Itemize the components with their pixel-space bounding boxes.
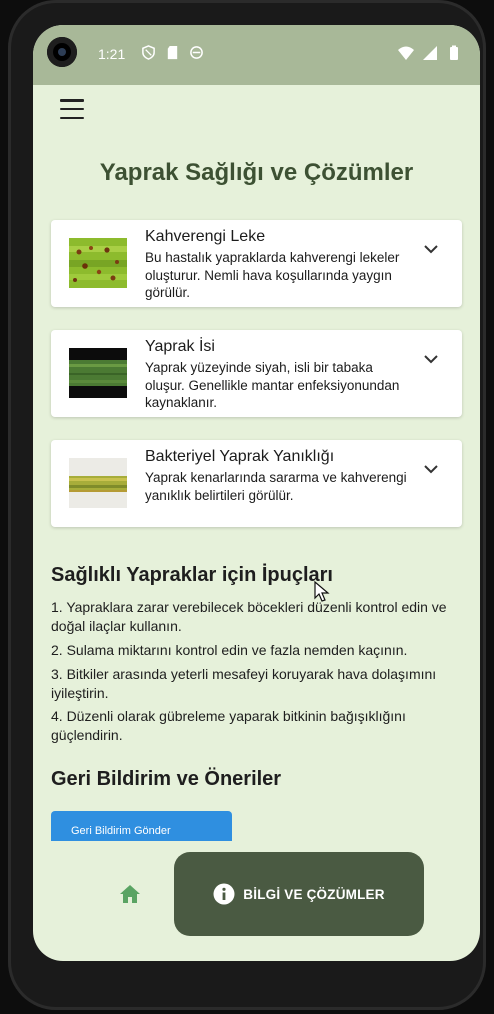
feedback-button[interactable]: Geri Bildirim Gönder — [51, 811, 232, 841]
disease-image-sooty-mold — [69, 348, 127, 398]
disease-title: Bakteriyel Yaprak Yanıklığı — [145, 448, 335, 465]
page-title: Yaprak Sağlığı ve Çözümler — [99, 159, 414, 186]
wifi-icon — [398, 46, 414, 60]
disease-description: Yaprak yüzeyinde siyah, isli bir tabaka … — [145, 360, 400, 410]
app-notification-icon — [190, 46, 203, 59]
hamburger-menu-icon[interactable] — [60, 99, 84, 119]
notification-icons — [141, 45, 204, 60]
signal-icon — [423, 46, 437, 60]
disease-image-brown-spot — [69, 238, 127, 288]
app-screen: 1:21 Yaprak Sağlığı ve Çözümler Kahveren… — [33, 25, 480, 961]
tips-section-title: Sağlıklı Yapraklar için İpuçları — [51, 564, 333, 586]
front-camera — [47, 37, 77, 67]
disease-card-sooty-mold[interactable]: Yaprak İsi Yaprak yüzeyinde siyah, isli … — [51, 330, 462, 417]
sd-card-icon — [167, 45, 178, 60]
status-bar: 1:21 — [33, 25, 480, 85]
disease-title: Kahverengi Leke — [145, 228, 266, 245]
bottom-nav-info-label: BİLGİ VE ÇÖZÜMLER — [243, 886, 385, 902]
home-icon[interactable] — [119, 884, 141, 904]
disease-image-bacterial-blight — [69, 458, 127, 508]
tip-item: 2. Sulama miktarını kontrol edin ve fazl… — [51, 642, 408, 658]
shield-icon — [142, 45, 155, 60]
disease-card-brown-spot[interactable]: Kahverengi Leke Bu hastalık yapraklarda … — [51, 220, 462, 307]
disease-description: Yaprak kenarlarında sararma ve kahvereng… — [145, 470, 407, 503]
chevron-down-icon[interactable] — [422, 242, 440, 256]
mouse-cursor-icon — [314, 581, 330, 602]
battery-icon — [450, 45, 458, 60]
feedback-section-title: Geri Bildirim ve Öneriler — [51, 768, 282, 790]
menu-line — [60, 107, 84, 111]
disease-description: Bu hastalık yapraklarda kahverengi lekel… — [145, 250, 400, 300]
chevron-down-icon[interactable] — [422, 352, 440, 366]
disease-title: Yaprak İsi — [145, 338, 215, 355]
bottom-nav-info-button[interactable]: BİLGİ VE ÇÖZÜMLER — [174, 852, 424, 936]
system-icons — [398, 45, 462, 61]
status-time: 1:21 — [98, 46, 126, 62]
info-icon — [213, 883, 235, 905]
tip-item: 1. Yapraklara zarar verebilecek böcekler… — [51, 599, 447, 634]
menu-line — [60, 116, 84, 119]
menu-line — [60, 99, 84, 102]
tip-item: 4. Düzenli olarak gübreleme yaparak bitk… — [51, 708, 406, 743]
chevron-down-icon[interactable] — [422, 462, 440, 476]
disease-card-bacterial-blight[interactable]: Bakteriyel Yaprak Yanıklığı Yaprak kenar… — [51, 440, 462, 527]
tip-item: 3. Bitkiler arasında yeterli mesafeyi ko… — [51, 666, 437, 701]
phone-frame: 1:21 Yaprak Sağlığı ve Çözümler Kahveren… — [8, 0, 486, 1010]
